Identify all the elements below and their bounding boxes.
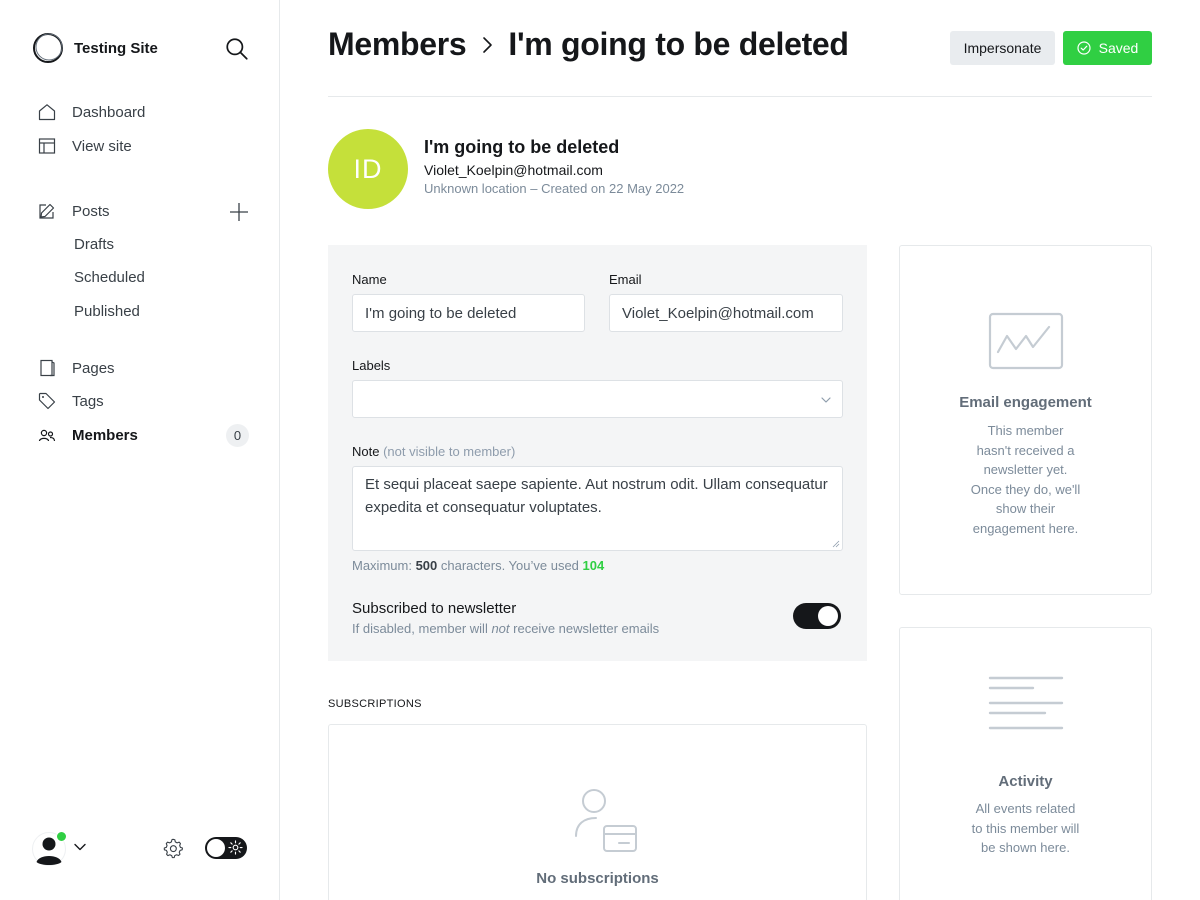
page-title-text: I'm going to be deleted [508,26,849,62]
name-label: Name [352,272,387,287]
activity-card: Activity All events related to this memb… [899,627,1152,900]
chevron-down-icon[interactable] [73,840,87,854]
newsletter-toggle[interactable] [793,603,841,629]
note-limit-used: 104 [582,558,605,573]
email-label: Email [609,272,642,287]
home-icon [38,103,56,121]
engagement-line: engagement here. [972,520,1079,536]
newsletter-toggle-knob [818,606,838,626]
labels-select[interactable] [352,380,843,418]
layout-icon [38,137,56,155]
members-count-badge: 0 [226,424,249,447]
activity-desc: All events related to this member will b… [926,799,1126,858]
theme-toggle[interactable] [205,837,247,859]
subscriptions-panel: No subscriptions [328,724,867,900]
note-limit-max: 500 [415,558,438,573]
nav-published[interactable]: Published [74,301,140,323]
page-icon [38,359,56,377]
users-icon [38,426,56,444]
newsletter-desc-suffix: receive newsletter emails [509,621,660,636]
chevron-right-icon [478,36,496,54]
nav-members-label: Members [72,426,138,444]
engagement-line: newsletter yet. [983,462,1068,477]
pencil-icon [38,202,56,220]
engagement-line: show their [995,501,1056,516]
engagement-line: Once they do, we'll [970,481,1081,497]
nav-drafts[interactable]: Drafts [74,234,114,256]
chevron-down-icon [821,397,831,403]
nav-dashboard[interactable]: Dashboard [38,100,145,124]
newsletter-desc-em: not [491,621,510,636]
nav-dashboard-label: Dashboard [72,103,146,121]
sun-icon [228,840,243,855]
theme-toggle-knob [207,839,225,857]
nav-members[interactable]: Members [38,423,138,447]
search-icon[interactable] [224,36,250,62]
activity-line: All events related [975,801,1076,816]
save-button-label: Saved [1098,40,1139,56]
note-text: Et sequi placeat saepe sapiente. Aut nos… [365,476,828,516]
note-char-count: Maximum: 500 characters. You’ve used 104 [352,558,604,573]
site-name: Testing Site [74,39,158,57]
breadcrumb-members-link[interactable]: Members [328,26,467,63]
note-limit-mid: characters. You’ve used [437,558,583,573]
engagement-line: This member [987,423,1064,438]
note-limit-prefix: Maximum: [352,558,416,573]
member-form: Name I'm going to be deleted Email Viole… [328,245,867,661]
member-card-icon [575,789,637,852]
email-engagement-desc: This member hasn't received a newsletter… [926,421,1126,538]
gear-icon[interactable] [162,837,184,859]
activity-title: Activity [998,773,1053,790]
name-input[interactable]: I'm going to be deleted [352,294,585,332]
site-brand[interactable]: Testing Site [32,32,158,64]
nav-posts[interactable]: Posts [38,199,110,223]
nav-view-site[interactable]: View site [38,134,132,158]
sidebar: Testing Site Dashboard View site Posts D… [0,0,280,900]
check-circle-icon [1077,41,1091,55]
nav-posts-label: Posts [72,202,110,220]
subscriptions-heading: SUBSCRIPTIONS [328,698,422,710]
save-button[interactable]: Saved [1063,31,1152,65]
activity-line: be shown here. [981,840,1070,855]
nav-tags[interactable]: Tags [38,389,104,413]
chart-icon [988,312,1064,370]
resize-grip-icon[interactable] [832,540,840,548]
engagement-line: hasn't received a [976,442,1075,458]
email-engagement-card: Email engagement This member hasn't rece… [899,245,1152,595]
activity-lines-icon [988,676,1064,730]
header-divider [328,96,1152,97]
note-label: Note (not visible to member) [352,444,515,459]
member-meta: Unknown location – Created on 22 May 202… [424,181,685,196]
email-input[interactable]: Violet_Koelpin@hotmail.com [609,294,843,332]
page-title: Members I'm going to be deleted [328,26,849,63]
nav-pages-label: Pages [72,359,115,377]
labels-label: Labels [352,358,391,373]
site-logo-icon [33,33,63,63]
note-textarea[interactable]: Et sequi placeat saepe sapiente. Aut nos… [352,466,843,551]
newsletter-desc: If disabled, member will not receive new… [352,621,659,636]
online-status-dot [56,831,67,842]
member-avatar: ID [328,129,408,209]
note-label-hint: (not visible to member) [383,444,516,459]
tag-icon [38,392,56,410]
nav-scheduled[interactable]: Scheduled [74,267,145,289]
activity-line: to this member will [971,820,1080,836]
email-engagement-title: Email engagement [959,394,1092,411]
nav-pages[interactable]: Pages [38,356,115,380]
newsletter-title: Subscribed to newsletter [352,600,517,617]
member-email: Violet_Koelpin@hotmail.com [424,162,603,178]
note-label-text: Note [352,444,380,459]
add-post-icon[interactable] [229,202,249,222]
nav-tags-label: Tags [72,392,104,410]
member-name: I'm going to be deleted [424,137,620,157]
no-subscriptions-title: No subscriptions [536,870,659,887]
impersonate-button[interactable]: Impersonate [950,31,1055,65]
nav-view-site-label: View site [72,137,132,155]
newsletter-desc-prefix: If disabled, member will [352,621,492,636]
